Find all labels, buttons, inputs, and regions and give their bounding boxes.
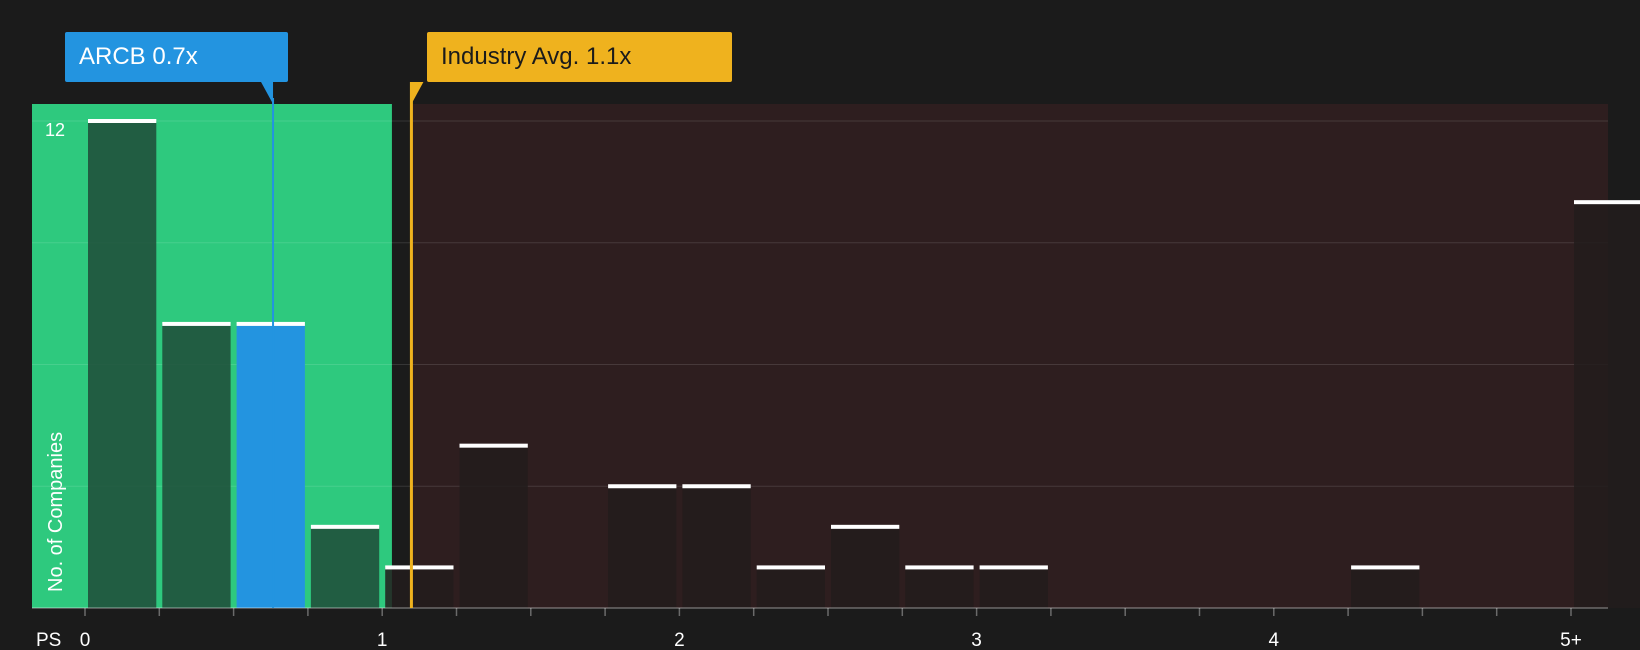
bar-cap — [979, 565, 1048, 570]
histogram-bar — [88, 121, 157, 608]
histogram-bar — [236, 323, 305, 608]
histogram-bar — [682, 486, 751, 608]
x-tick-label: 5+ — [1560, 630, 1582, 650]
company-callout-pointer — [261, 82, 274, 104]
bar-cap — [756, 565, 825, 570]
bar-cap — [905, 565, 974, 570]
histogram-bar — [831, 526, 900, 608]
company-callout: ARCB 0.7x — [65, 32, 288, 82]
histogram-bar — [162, 323, 231, 608]
histogram-bar — [1574, 202, 1640, 608]
company-label: ARCB 0.7x — [79, 43, 198, 70]
y-tick-label: 12 — [45, 120, 65, 140]
histogram-bar — [608, 486, 677, 608]
bar-cap — [88, 119, 157, 123]
histogram-bar — [1351, 567, 1420, 608]
industry-average-label: Industry Avg. 1.1x — [441, 43, 632, 70]
bar-cap — [310, 524, 380, 529]
x-tick-label: 4 — [1269, 630, 1280, 650]
bar-cap — [236, 321, 305, 326]
bar-cap — [1574, 200, 1640, 205]
industry-callout-pointer — [411, 82, 424, 104]
bar-cap — [162, 321, 231, 326]
x-tick-label: 3 — [971, 630, 982, 650]
histogram-bar — [905, 567, 974, 608]
histogram-bar — [756, 567, 825, 608]
bar-cap — [682, 484, 751, 489]
industry-average-callout: Industry Avg. 1.1x — [427, 32, 732, 82]
histogram-bar — [979, 567, 1048, 608]
x-tick-label: 1 — [377, 630, 388, 650]
x-axis-label: PS — [36, 630, 61, 650]
histogram-bar — [310, 526, 380, 608]
bar-cap — [385, 565, 454, 570]
bar-cap — [459, 443, 528, 448]
ps-histogram-chart: 0 1 2 3 4 5+PS12No. of Companies — [32, 82, 1640, 650]
overvalued-zone — [411, 104, 1608, 608]
histogram-bar — [459, 445, 528, 608]
bar-cap — [608, 484, 677, 489]
bar-cap — [1351, 565, 1420, 570]
bar-cap — [831, 524, 900, 529]
y-axis-label: No. of Companies — [45, 432, 67, 592]
x-tick-label: 2 — [674, 630, 685, 650]
x-tick-label: 0 — [80, 630, 91, 650]
histogram-bar — [385, 567, 454, 608]
